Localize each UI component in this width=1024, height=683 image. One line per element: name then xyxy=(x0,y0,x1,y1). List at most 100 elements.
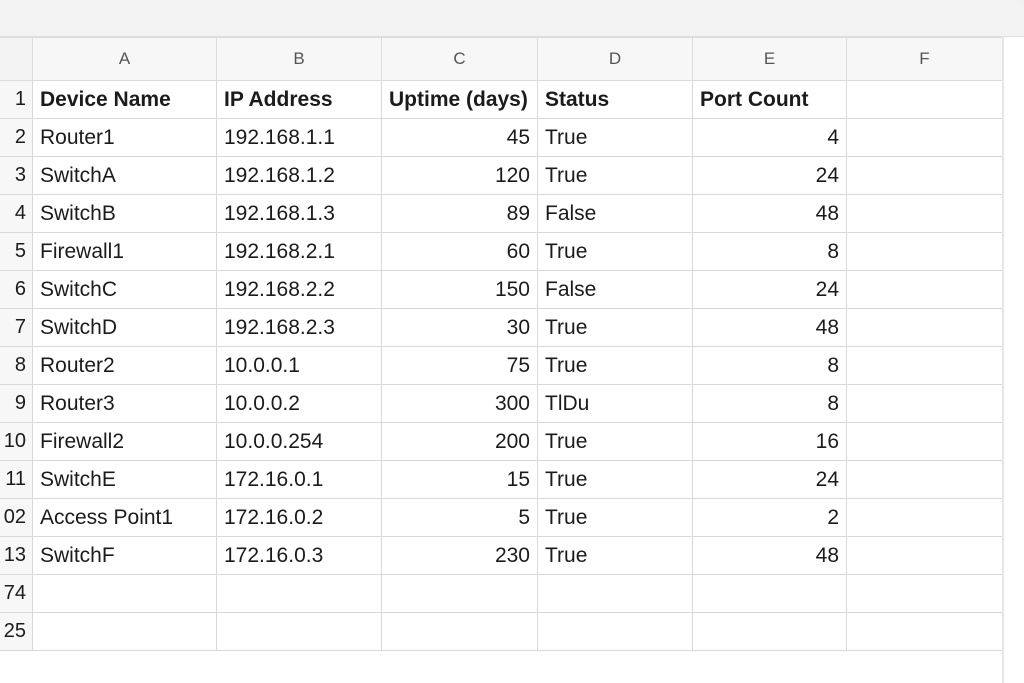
column-header-b[interactable]: B xyxy=(216,37,382,81)
row-header[interactable]: 13 xyxy=(0,536,33,575)
empty-cell[interactable] xyxy=(846,270,1003,309)
cell-uptime[interactable]: 200 xyxy=(381,422,538,461)
cell-device-name[interactable]: Router2 xyxy=(32,346,217,385)
cell-device-name[interactable]: SwitchB xyxy=(32,194,217,233)
row-header[interactable]: 3 xyxy=(0,156,33,195)
empty-cell[interactable] xyxy=(846,346,1003,385)
cell-ip-address[interactable]: 192.168.2.2 xyxy=(216,270,382,309)
row-header[interactable]: 1 xyxy=(0,80,33,119)
cell-status[interactable]: True xyxy=(537,460,693,499)
cell-uptime[interactable]: 5 xyxy=(381,498,538,537)
cell-device-name[interactable]: Router1 xyxy=(32,118,217,157)
row-header[interactable]: 7 xyxy=(0,308,33,347)
row-header[interactable]: 11 xyxy=(0,460,33,499)
cell-status[interactable]: True xyxy=(537,536,693,575)
cell-ip-address[interactable]: 192.168.2.3 xyxy=(216,308,382,347)
cell-uptime[interactable]: 300 xyxy=(381,384,538,423)
cell-uptime[interactable]: 15 xyxy=(381,460,538,499)
row-header[interactable]: 5 xyxy=(0,232,33,271)
cell-port-count[interactable]: 48 xyxy=(692,194,847,233)
row-header[interactable]: 2 xyxy=(0,118,33,157)
cell-status[interactable]: TlDu xyxy=(537,384,693,423)
empty-cell[interactable] xyxy=(216,612,382,651)
cell-device-name[interactable]: SwitchC xyxy=(32,270,217,309)
cell-ip-address[interactable]: 172.16.0.2 xyxy=(216,498,382,537)
cell-port-count[interactable]: 2 xyxy=(692,498,847,537)
empty-cell[interactable] xyxy=(846,232,1003,271)
row-header[interactable]: 4 xyxy=(0,194,33,233)
cell-status[interactable]: False xyxy=(537,194,693,233)
row-header[interactable]: 8 xyxy=(0,346,33,385)
empty-cell[interactable] xyxy=(846,156,1003,195)
cell-uptime[interactable]: 89 xyxy=(381,194,538,233)
empty-cell[interactable] xyxy=(537,574,693,613)
cell-device-name[interactable]: Firewall1 xyxy=(32,232,217,271)
header-cell-device-name[interactable]: Device Name xyxy=(32,80,217,119)
row-header[interactable]: 9 xyxy=(0,384,33,423)
column-header-c[interactable]: C xyxy=(381,37,538,81)
cell-status[interactable]: True xyxy=(537,498,693,537)
cell-status[interactable]: True xyxy=(537,156,693,195)
cell-uptime[interactable]: 45 xyxy=(381,118,538,157)
header-cell-status[interactable]: Status xyxy=(537,80,693,119)
column-header-e[interactable]: E xyxy=(692,37,847,81)
header-cell-ip-address[interactable]: IP Address xyxy=(216,80,382,119)
empty-cell[interactable] xyxy=(846,194,1003,233)
cell-ip-address[interactable]: 10.0.0.254 xyxy=(216,422,382,461)
cell-ip-address[interactable]: 172.16.0.3 xyxy=(216,536,382,575)
column-header-d[interactable]: D xyxy=(537,37,693,81)
cell-port-count[interactable]: 8 xyxy=(692,384,847,423)
empty-cell[interactable] xyxy=(846,460,1003,499)
cell-port-count[interactable]: 24 xyxy=(692,156,847,195)
cell-status[interactable]: True xyxy=(537,308,693,347)
empty-cell[interactable] xyxy=(846,536,1003,575)
cell-device-name[interactable]: Access Point1 xyxy=(32,498,217,537)
empty-cell[interactable] xyxy=(381,612,538,651)
empty-cell[interactable] xyxy=(846,308,1003,347)
empty-cell[interactable] xyxy=(537,612,693,651)
empty-cell[interactable] xyxy=(32,612,217,651)
empty-cell[interactable] xyxy=(846,498,1003,537)
row-header[interactable]: 74 xyxy=(0,574,33,613)
cell-port-count[interactable]: 8 xyxy=(692,346,847,385)
empty-cell[interactable] xyxy=(216,574,382,613)
cell-port-count[interactable]: 4 xyxy=(692,118,847,157)
empty-cell[interactable] xyxy=(846,574,1003,613)
column-header-f[interactable]: F xyxy=(846,37,1003,81)
cell-ip-address[interactable]: 192.168.1.3 xyxy=(216,194,382,233)
cell-ip-address[interactable]: 192.168.2.1 xyxy=(216,232,382,271)
header-cell-uptime[interactable]: Uptime (days) xyxy=(381,80,538,119)
cell-ip-address[interactable]: 192.168.1.2 xyxy=(216,156,382,195)
cell-device-name[interactable]: SwitchA xyxy=(32,156,217,195)
cell-device-name[interactable]: SwitchD xyxy=(32,308,217,347)
cell-port-count[interactable]: 48 xyxy=(692,308,847,347)
cell-port-count[interactable]: 48 xyxy=(692,536,847,575)
empty-cell[interactable] xyxy=(846,612,1003,651)
cell-status[interactable]: True xyxy=(537,422,693,461)
cell-ip-address[interactable]: 172.16.0.1 xyxy=(216,460,382,499)
cell-ip-address[interactable]: 192.168.1.1 xyxy=(216,118,382,157)
cell-uptime[interactable]: 60 xyxy=(381,232,538,271)
row-header[interactable]: 25 xyxy=(0,612,33,651)
empty-cell[interactable] xyxy=(846,384,1003,423)
empty-cell[interactable] xyxy=(32,574,217,613)
cell-status[interactable]: True xyxy=(537,346,693,385)
empty-cell[interactable] xyxy=(692,612,847,651)
cell-port-count[interactable]: 24 xyxy=(692,460,847,499)
cell-uptime[interactable]: 75 xyxy=(381,346,538,385)
cell-device-name[interactable]: SwitchF xyxy=(32,536,217,575)
cell-uptime[interactable]: 120 xyxy=(381,156,538,195)
cell-status[interactable]: True xyxy=(537,232,693,271)
cell-port-count[interactable]: 16 xyxy=(692,422,847,461)
empty-cell[interactable] xyxy=(846,80,1003,119)
cell-ip-address[interactable]: 10.0.0.1 xyxy=(216,346,382,385)
select-all-corner[interactable] xyxy=(0,37,33,81)
cell-device-name[interactable]: Firewall2 xyxy=(32,422,217,461)
cell-status[interactable]: True xyxy=(537,118,693,157)
cell-port-count[interactable]: 24 xyxy=(692,270,847,309)
header-cell-port-count[interactable]: Port Count xyxy=(692,80,847,119)
row-header[interactable]: 10 xyxy=(0,422,33,461)
empty-cell[interactable] xyxy=(846,118,1003,157)
row-header[interactable]: 6 xyxy=(0,270,33,309)
empty-cell[interactable] xyxy=(846,422,1003,461)
